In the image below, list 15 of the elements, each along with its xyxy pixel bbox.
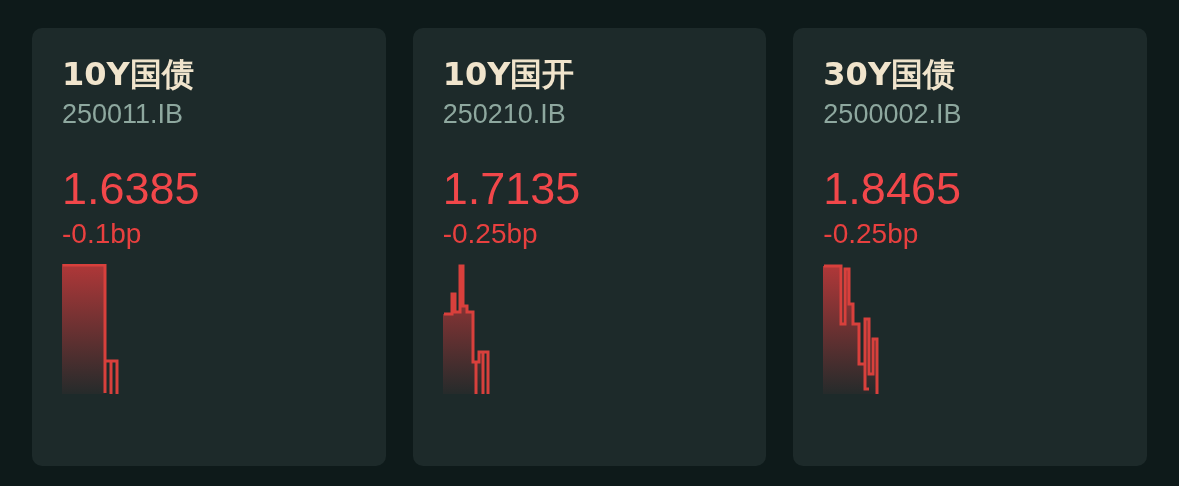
bond-code: 250011.IB — [62, 98, 184, 131]
quote-card[interactable]: 10Y国开 250210.IB 1.7135 -0.25bp — [412, 28, 767, 466]
quote-card[interactable]: 30Y国债 2500002.IB 1.8465 -0.25bp — [793, 28, 1147, 466]
yield-change: -0.25bp — [823, 217, 919, 251]
yield-value: 1.7135 — [442, 162, 581, 216]
bond-name: 30Y国债 — [823, 54, 956, 95]
yield-value: 1.8465 — [823, 162, 961, 216]
yield-value: 1.6385 — [62, 162, 200, 216]
yield-change: -0.25bp — [442, 217, 538, 251]
yield-change: -0.1bp — [62, 217, 142, 251]
bond-name: 10Y国债 — [62, 54, 194, 95]
bond-code: 250210.IB — [442, 98, 566, 131]
bond-code: 2500002.IB — [823, 98, 962, 131]
bond-name: 10Y国开 — [442, 54, 575, 95]
quote-card[interactable]: 10Y国债 250011.IB 1.6385 -0.1bp — [32, 28, 386, 466]
